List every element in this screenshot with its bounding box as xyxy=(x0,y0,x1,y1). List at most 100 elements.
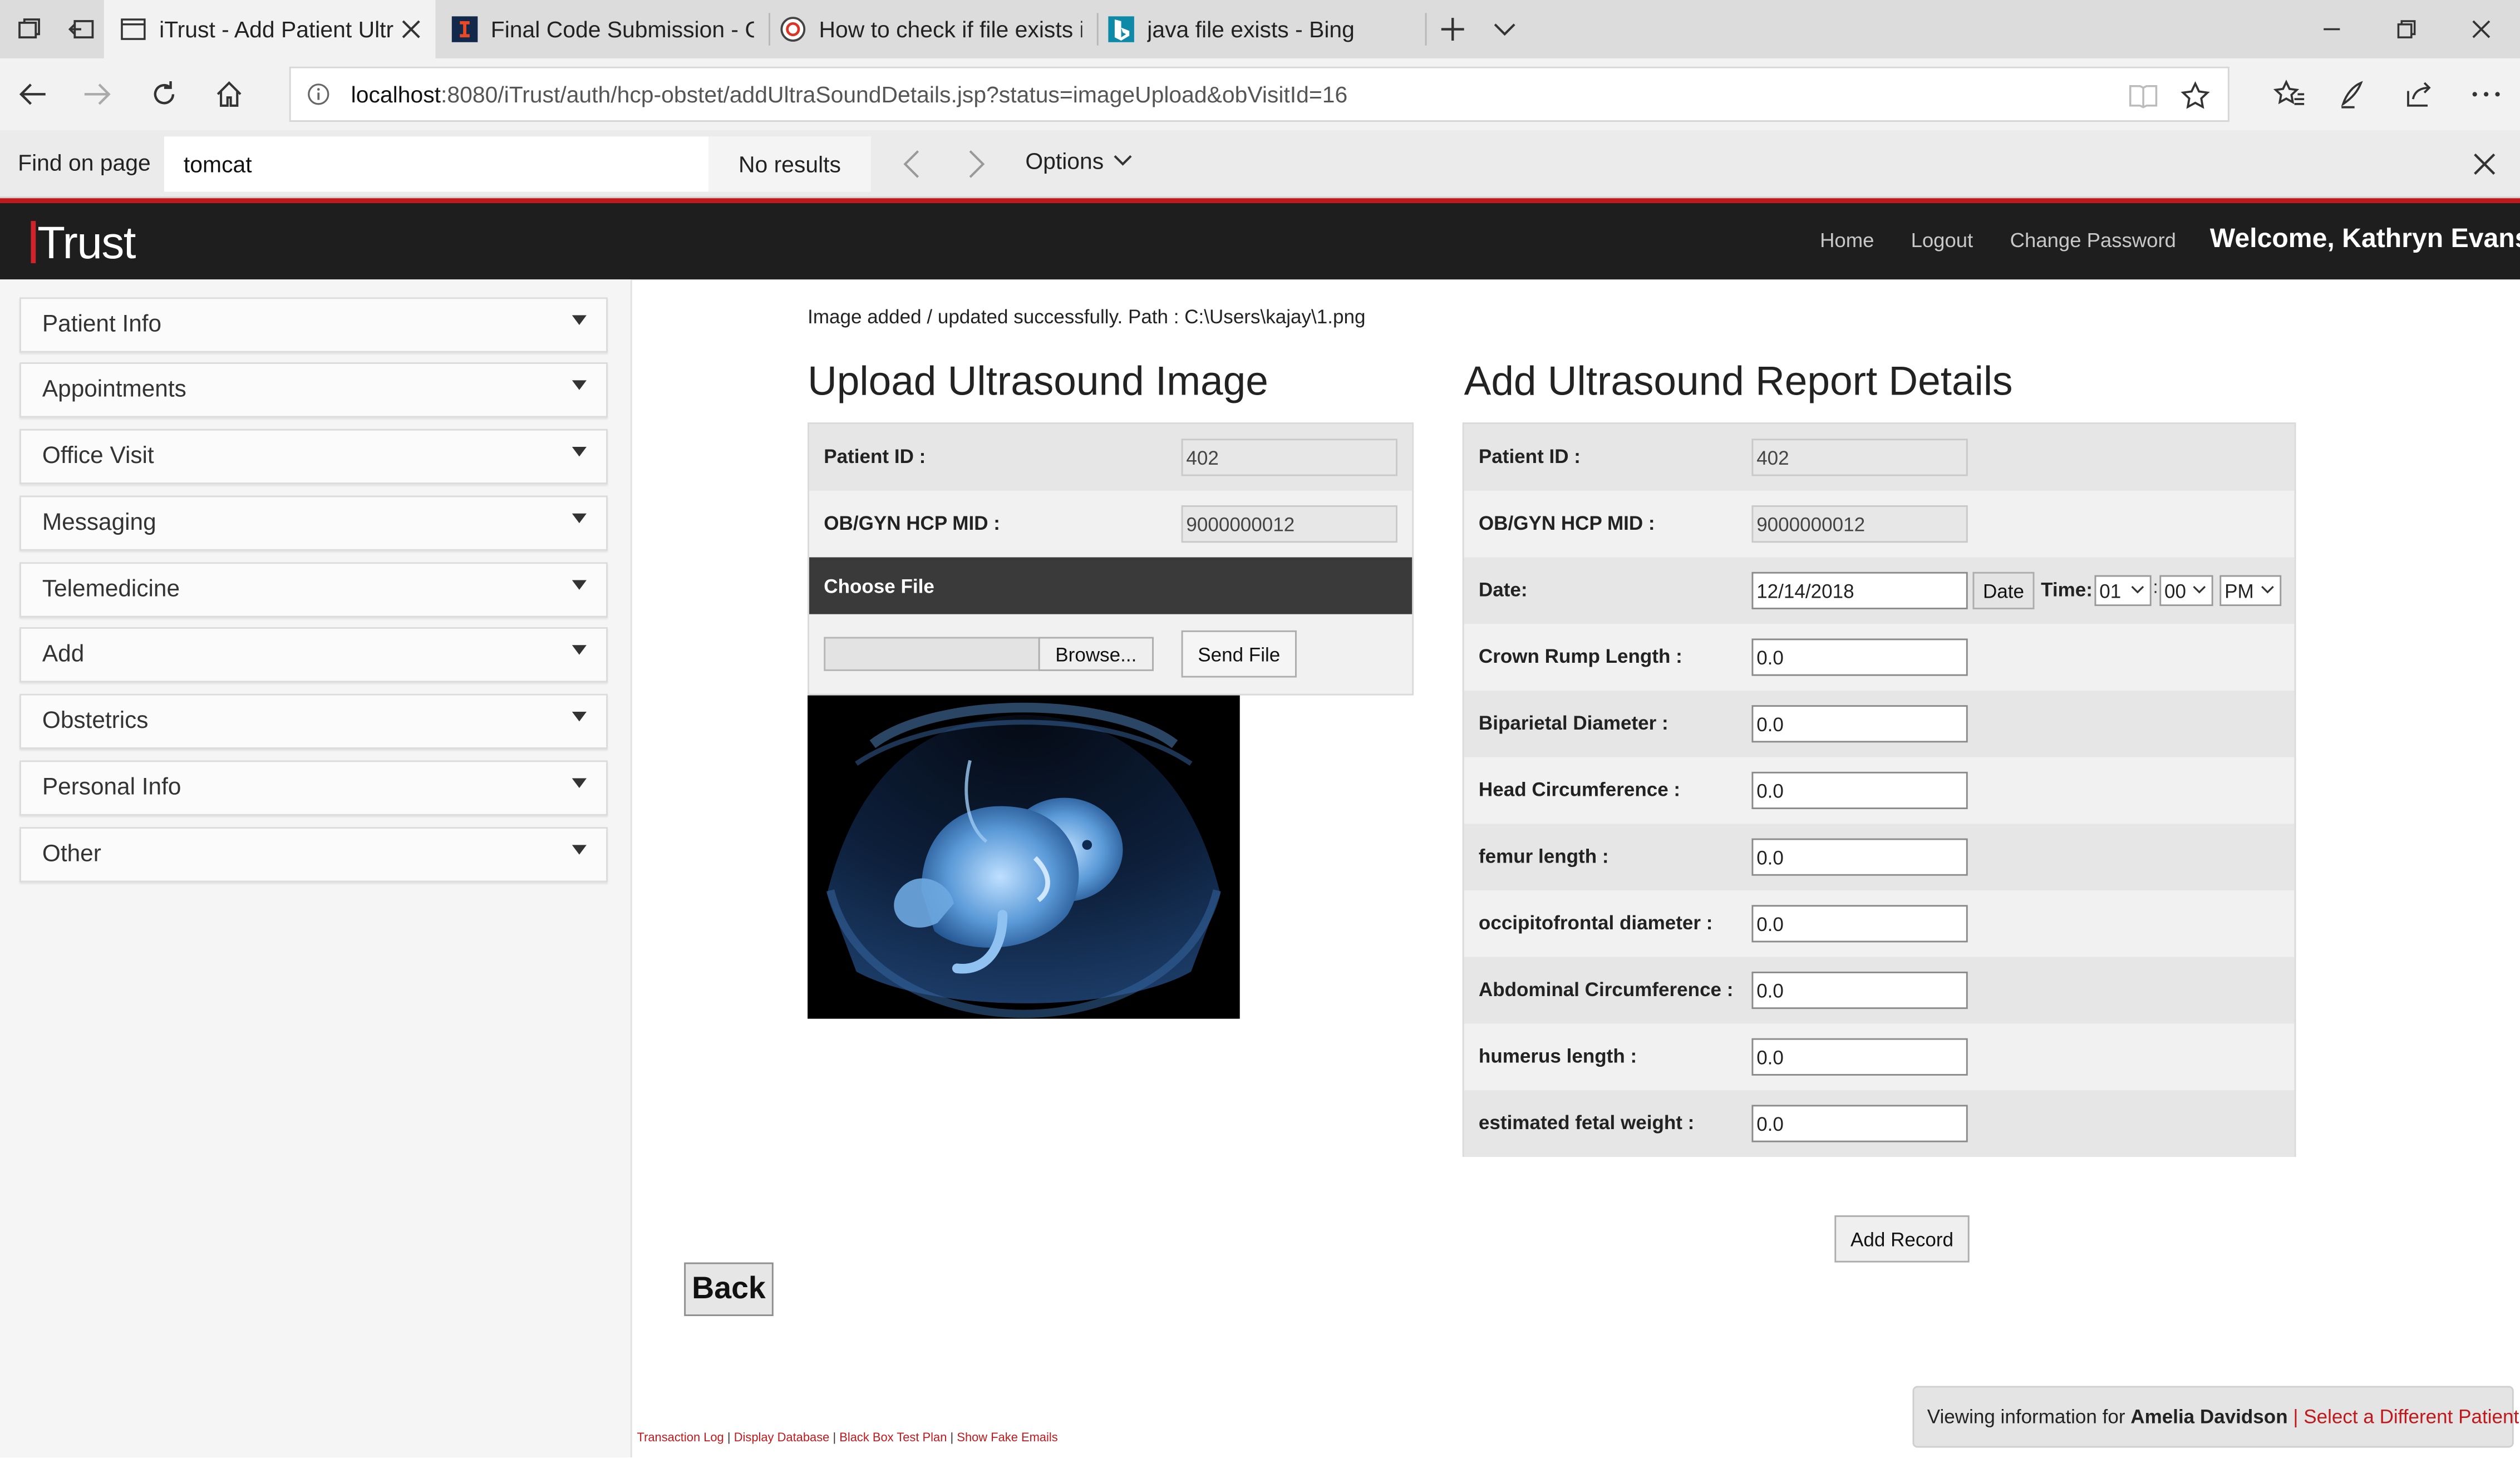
ultrasound-image xyxy=(808,695,1240,1019)
tab-title: java file exists - Bing xyxy=(1147,16,1355,42)
caret-down-icon xyxy=(572,446,587,457)
ampm-value: PM xyxy=(2224,579,2254,602)
sidebar-item-add[interactable]: Add xyxy=(19,627,608,683)
success-message: Image added / updated successfully. Path… xyxy=(808,305,1366,328)
biparietal-diameter-row: Biparietal Diameter : xyxy=(1464,690,2295,757)
tab-final-code-submission[interactable]: Final Code Submission - CS xyxy=(439,0,764,58)
minute-select[interactable]: 00 xyxy=(2159,575,2213,607)
find-label: Find on page xyxy=(18,149,151,176)
sidebar-item-personal-info[interactable]: Personal Info xyxy=(19,760,608,816)
home-icon[interactable] xyxy=(203,68,255,120)
illinois-favicon-icon xyxy=(451,16,478,42)
find-next-icon[interactable] xyxy=(951,138,1002,190)
caret-down-icon xyxy=(572,580,587,590)
crown-rump-length-row: Crown Rump Length : xyxy=(1464,624,2295,691)
find-options-button[interactable]: Options xyxy=(1025,148,1133,174)
logout-link[interactable]: Logout xyxy=(1911,229,1973,252)
send-file-button[interactable]: Send File xyxy=(1181,630,1297,678)
set-tabs-aside-icon[interactable] xyxy=(55,3,107,55)
humerus-length-field[interactable] xyxy=(1751,1038,1968,1076)
more-options-icon[interactable] xyxy=(2460,68,2512,120)
black-box-test-plan-link[interactable]: Black Box Test Plan xyxy=(839,1430,947,1444)
favorite-star-icon[interactable] xyxy=(2181,81,2210,111)
link-separator: | xyxy=(833,1430,840,1445)
refresh-icon[interactable] xyxy=(138,68,190,120)
back-arrow-icon[interactable] xyxy=(7,68,58,120)
date-field[interactable] xyxy=(1751,572,1968,609)
head-circumference-field[interactable] xyxy=(1751,771,1968,810)
reading-view-icon[interactable] xyxy=(2129,83,2158,109)
banner-separator: | xyxy=(2293,1405,2298,1429)
hour-select[interactable]: 01 xyxy=(2094,575,2152,607)
web-note-pen-icon[interactable] xyxy=(2329,68,2380,120)
crown-rump-length-label: Crown Rump Length : xyxy=(1478,645,1682,668)
forward-arrow-icon[interactable] xyxy=(71,68,123,120)
back-button[interactable]: Back xyxy=(684,1262,774,1316)
tab-manager-icon[interactable] xyxy=(3,3,55,55)
sidebar-item-other[interactable]: Other xyxy=(19,827,608,883)
select-different-patient-link[interactable]: Select a Different Patient xyxy=(2304,1406,2519,1429)
sidebar-item-obstetrics[interactable]: Obstetrics xyxy=(19,693,608,749)
sidebar-item-appointments[interactable]: Appointments xyxy=(19,362,608,418)
sidebar-item-messaging[interactable]: Messaging xyxy=(19,495,608,551)
close-find-icon[interactable] xyxy=(2459,138,2511,190)
close-window-icon[interactable] xyxy=(2444,0,2518,58)
file-path-field[interactable] xyxy=(824,637,1040,671)
find-previous-icon[interactable] xyxy=(885,138,937,190)
app-header: Trust Home Logout Change Password Welcom… xyxy=(0,203,2520,280)
sidebar-item-office-visit[interactable]: Office Visit xyxy=(19,428,608,485)
tab-how-to-check[interactable]: How to check if file exists in xyxy=(770,0,1095,58)
abdominal-circumference-field[interactable] xyxy=(1751,971,1968,1009)
browser-window: iTrust - Add Patient Ultr Final Code Sub… xyxy=(0,0,2520,1457)
find-on-page-bar: Find on page No results Options xyxy=(0,130,2520,199)
new-tab-icon[interactable] xyxy=(1426,3,1478,55)
minimize-icon[interactable] xyxy=(2295,0,2369,58)
estimated-fetal-weight-field[interactable] xyxy=(1751,1105,1968,1142)
find-options-label: Options xyxy=(1025,147,1104,174)
chevron-down-icon xyxy=(1114,155,1133,166)
find-input[interactable] xyxy=(164,136,708,192)
page-icon xyxy=(121,18,146,40)
choose-file-header: Choose File xyxy=(809,557,1412,614)
femur-length-field[interactable] xyxy=(1751,838,1968,876)
tab-itrust[interactable]: iTrust - Add Patient Ultr xyxy=(104,0,436,59)
browse-button[interactable]: Browse... xyxy=(1038,637,1154,671)
date-row: Date: Date Time: 01 : 00 PM xyxy=(1464,557,2295,624)
ampm-select[interactable]: PM xyxy=(2219,575,2282,607)
restore-icon[interactable] xyxy=(2369,0,2444,58)
show-fake-emails-link[interactable]: Show Fake Emails xyxy=(957,1430,1057,1444)
head-circumference-row: Head Circumference : xyxy=(1464,757,2295,824)
crown-rump-length-field[interactable] xyxy=(1751,638,1968,676)
report-patient-id-field xyxy=(1751,439,1968,476)
home-link[interactable]: Home xyxy=(1820,229,1874,252)
transaction-log-link[interactable]: Transaction Log xyxy=(637,1430,724,1444)
tab-bing[interactable]: java file exists - Bing xyxy=(1099,0,1424,58)
patient-id-row: Patient ID : xyxy=(809,424,1412,491)
caret-down-icon xyxy=(572,778,587,789)
report-hcp-mid-row: OB/GYN HCP MID : xyxy=(1464,491,2295,558)
chevron-down-icon xyxy=(2131,585,2144,594)
add-record-button[interactable]: Add Record xyxy=(1834,1215,1970,1263)
sidebar-item-patient-info[interactable]: Patient Info xyxy=(19,297,608,353)
sidebar-item-label: Obstetrics xyxy=(42,708,149,735)
url-host: localhost xyxy=(351,81,441,107)
report-hcp-mid-field xyxy=(1751,505,1968,543)
logo-mark xyxy=(31,221,36,263)
site-info-icon[interactable] xyxy=(307,83,330,106)
favorites-hub-icon[interactable] xyxy=(2263,68,2315,120)
display-database-link[interactable]: Display Database xyxy=(734,1430,830,1444)
date-picker-button[interactable]: Date xyxy=(1972,572,2035,609)
url-field[interactable]: localhost:8080/iTrust/auth/hcp-obstet/ad… xyxy=(289,66,2229,122)
share-icon[interactable] xyxy=(2394,68,2445,120)
welcome-text: Welcome, Kathryn Evans xyxy=(2209,224,2520,254)
abdominal-circumference-label: Abdominal Circumference : xyxy=(1478,978,1734,1001)
occipitofrontal-diameter-field[interactable] xyxy=(1751,905,1968,943)
biparietal-diameter-field[interactable] xyxy=(1751,705,1968,743)
tab-preview-chevron-icon[interactable] xyxy=(1479,3,1530,55)
sidebar-item-label: Appointments xyxy=(42,377,186,403)
change-password-link[interactable]: Change Password xyxy=(2010,229,2176,252)
sidebar-item-telemedicine[interactable]: Telemedicine xyxy=(19,562,608,618)
logo-text: Trust xyxy=(37,218,136,268)
itrust-logo[interactable]: Trust xyxy=(31,218,136,269)
close-tab-icon[interactable] xyxy=(400,18,422,41)
